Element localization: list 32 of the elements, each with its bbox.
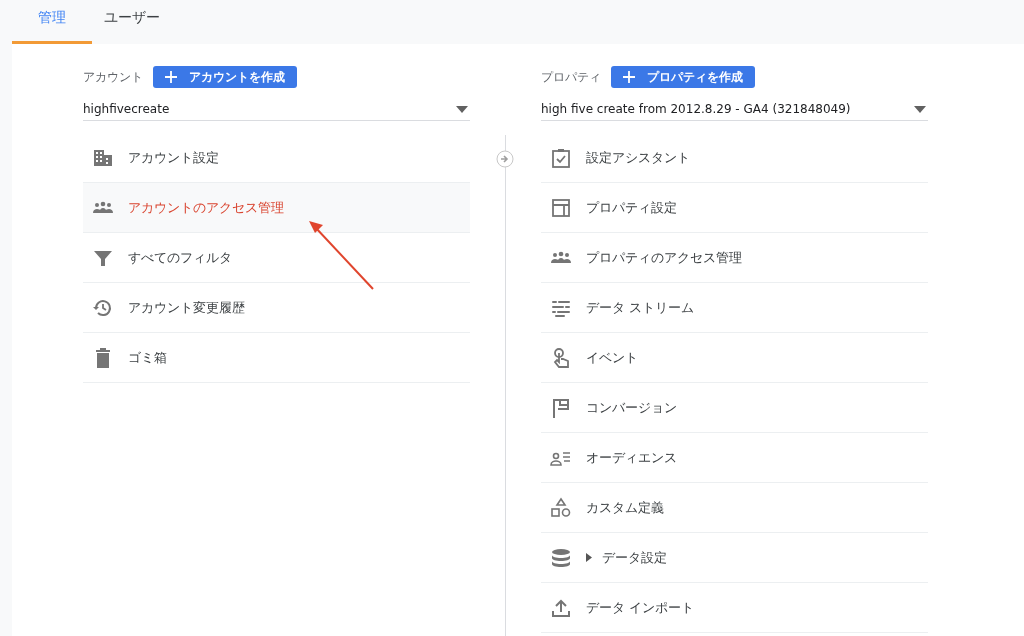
- menu-item[interactable]: アカウントのアクセス管理: [83, 183, 470, 233]
- account-dropdown[interactable]: highfivecreate: [83, 98, 470, 121]
- menu-item[interactable]: コンバージョン: [541, 383, 928, 433]
- plus-icon: [623, 71, 635, 83]
- plus-icon: [165, 71, 177, 83]
- menu-item[interactable]: データ設定: [541, 533, 928, 583]
- layout-icon: [550, 196, 572, 219]
- database-icon: [550, 546, 572, 569]
- column-label: アカウント: [83, 68, 143, 86]
- column-label: プロパティ: [541, 68, 601, 86]
- menu-item[interactable]: データ ストリーム: [541, 283, 928, 333]
- menu-item[interactable]: プロパティのアクセス管理: [541, 233, 928, 283]
- menu-item[interactable]: 設定アシスタント: [541, 133, 928, 183]
- menu-item[interactable]: すべてのフィルタ: [83, 233, 470, 283]
- clipboard-check-icon: [550, 146, 572, 169]
- arrow-circle-icon: [496, 150, 514, 168]
- menu-item[interactable]: プロパティ設定: [541, 183, 928, 233]
- menu-item[interactable]: オーディエンス: [541, 433, 928, 483]
- menu-item[interactable]: ゴミ箱: [83, 333, 470, 383]
- caret-icon: [456, 105, 468, 113]
- menu-item[interactable]: カスタム定義: [541, 483, 928, 533]
- tab[interactable]: ユーザー: [92, 0, 172, 44]
- menu-item[interactable]: イベント: [541, 333, 928, 383]
- menu-item[interactable]: アカウント変更履歴: [83, 283, 470, 333]
- create-account-button[interactable]: アカウントを作成: [153, 66, 297, 88]
- menu-item[interactable]: データ インポート: [541, 583, 928, 633]
- caret-icon: [914, 105, 926, 113]
- property-dropdown[interactable]: high five create from 2012.8.29 - GA4 (321848049): [541, 98, 928, 121]
- create-property-button[interactable]: プロパティを作成: [611, 66, 755, 88]
- shapes-icon: [550, 496, 572, 519]
- expand-triangle-icon: [586, 553, 592, 562]
- flag-icon: [550, 396, 572, 419]
